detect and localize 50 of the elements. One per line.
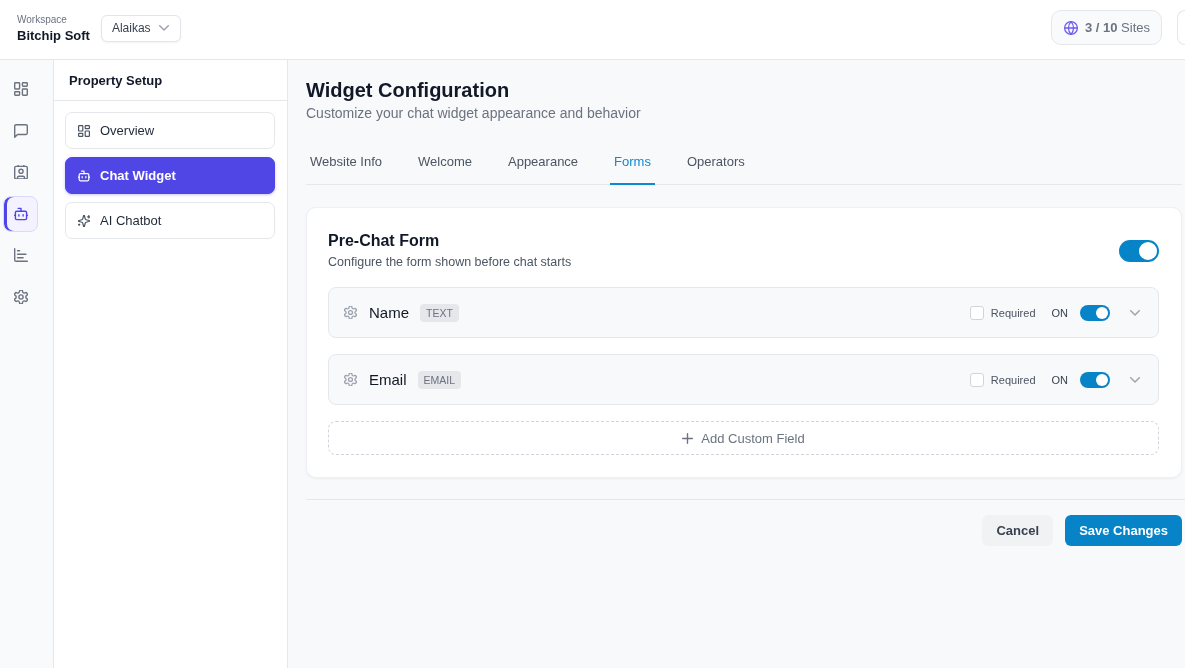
card-description: Configure the form shown before chat starts xyxy=(328,255,572,270)
tab[interactable]: Forms xyxy=(610,148,655,185)
robot-icon xyxy=(78,169,90,182)
toggle-switch[interactable] xyxy=(1080,304,1110,321)
settings-icon[interactable] xyxy=(344,373,357,386)
required-checkbox[interactable] xyxy=(969,372,984,387)
tab[interactable]: Operators xyxy=(682,148,749,185)
field-name: Email xyxy=(369,371,407,388)
chevron-down-icon xyxy=(158,25,169,31)
tab[interactable]: Welcome xyxy=(414,148,476,185)
globe-icon xyxy=(1063,20,1078,35)
toggle-switch[interactable] xyxy=(1080,371,1110,388)
workspace-name: Bitchip Soft xyxy=(17,28,90,43)
sidebar-item[interactable]: AI Chatbot xyxy=(65,202,275,239)
robot-icon xyxy=(13,206,28,221)
chevron-down-icon[interactable] xyxy=(1130,309,1140,316)
toggle-label: ON xyxy=(1051,306,1068,319)
page-subtitle: Customize your chat widget appearance and behavior xyxy=(306,104,641,122)
sites-usage-button[interactable]: 3 / 10 Sites xyxy=(1050,10,1162,45)
card-title: Pre-Chat Form xyxy=(328,231,440,251)
tab[interactable]: Website Info xyxy=(306,148,387,185)
required-checkbox[interactable] xyxy=(969,305,984,320)
nav-rail-button[interactable] xyxy=(3,195,38,232)
bar-chart-icon xyxy=(13,248,28,262)
add-field-button[interactable]: Add Custom Field xyxy=(328,421,1159,455)
checkbox-label: Required xyxy=(990,306,1036,319)
page-title: Widget Configuration xyxy=(306,78,510,102)
chat-bubble-icon xyxy=(13,123,28,138)
plus-icon xyxy=(682,432,694,444)
workspace-label: Workspace xyxy=(17,14,68,25)
grid-icon xyxy=(13,82,28,96)
tab[interactable]: Appearance xyxy=(504,148,583,185)
save-button[interactable]: Save Changes xyxy=(1065,515,1182,546)
checkbox-label: Required xyxy=(990,373,1036,386)
field-type-tag: TEXT xyxy=(420,303,459,322)
property-dropdown[interactable]: Alaikas xyxy=(100,14,181,42)
settings-icon[interactable] xyxy=(344,306,357,319)
grid-icon xyxy=(78,124,90,137)
field-name: Name xyxy=(369,304,409,321)
sidebar-item[interactable]: Overview xyxy=(65,112,275,149)
settings-icon xyxy=(13,289,28,304)
contact-card-icon xyxy=(13,165,28,179)
toggle-label: ON xyxy=(1051,373,1068,386)
sidebar-item[interactable]: Chat Widget xyxy=(65,157,275,194)
sparkles-icon xyxy=(78,214,90,227)
field-type-tag: EMAIL xyxy=(417,370,462,389)
toggle-switch[interactable] xyxy=(1119,239,1159,262)
cancel-button[interactable]: Cancel xyxy=(982,515,1054,546)
chevron-down-icon[interactable] xyxy=(1130,376,1140,383)
sidebar-title: Property Setup xyxy=(69,72,163,88)
